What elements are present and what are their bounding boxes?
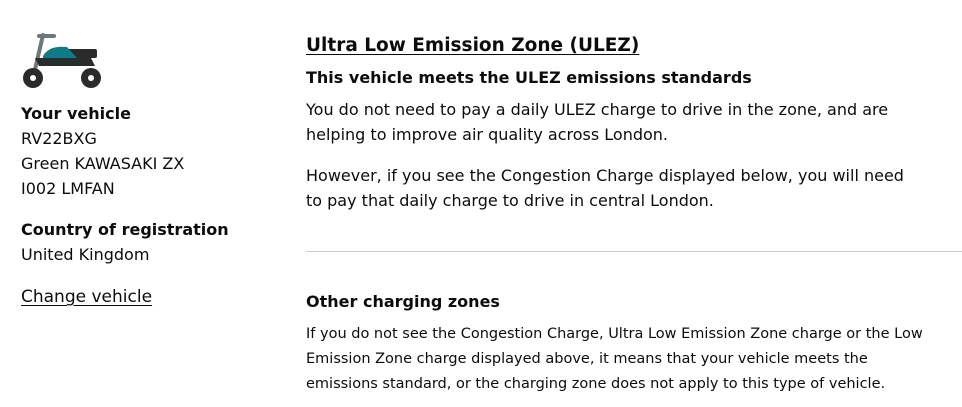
vehicle-description: Green KAWASAKI ZX: [21, 154, 185, 173]
vehicle-panel: Your vehicle RV22BXG Green KAWASAKI ZX I…: [21, 30, 271, 310]
ulez-title-link[interactable]: Ultra Low Emission Zone (ULEZ): [306, 32, 946, 60]
motorcycle-icon: [23, 33, 101, 88]
ulez-paragraph-1: You do not need to pay a daily ULEZ char…: [306, 100, 889, 144]
ulez-status: This vehicle meets the ULEZ emissions st…: [306, 68, 752, 87]
section-divider: [306, 251, 962, 252]
country-value: United Kingdom: [21, 245, 150, 264]
other-zones-title: Other charging zones: [306, 292, 500, 311]
change-vehicle-link[interactable]: Change vehicle: [21, 285, 152, 310]
other-zones-text: If you do not see the Congestion Charge,…: [306, 326, 923, 392]
vehicle-registration: RV22BXG: [21, 129, 97, 148]
ulez-paragraph-2: However, if you see the Congestion Charg…: [306, 166, 904, 210]
ulez-panel: Ultra Low Emission Zone (ULEZ) This vehi…: [306, 32, 962, 397]
country-heading: Country of registration: [21, 220, 229, 239]
vehicle-heading: Your vehicle: [21, 104, 131, 123]
vehicle-model: I002 LMFAN: [21, 179, 115, 198]
